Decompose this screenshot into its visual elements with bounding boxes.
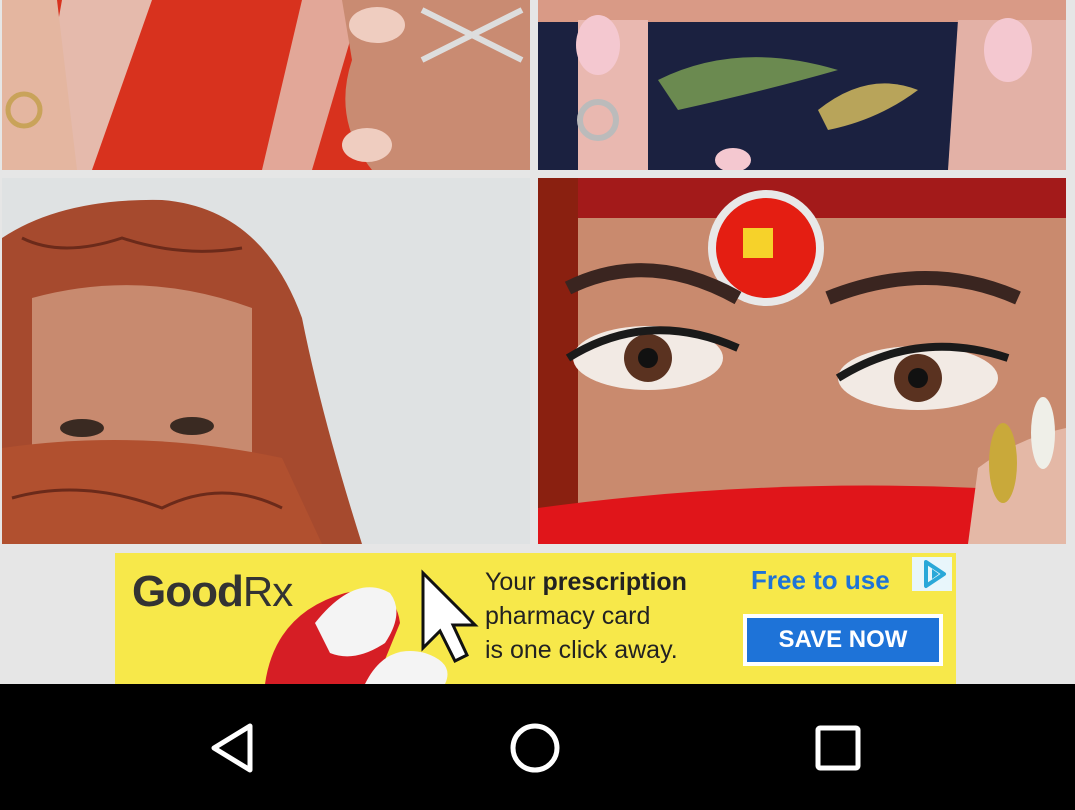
save-now-label: SAVE NOW bbox=[747, 618, 939, 662]
ad-line1-prefix: Your bbox=[485, 568, 543, 596]
free-to-use-label: Free to use bbox=[751, 565, 890, 595]
recent-apps-icon[interactable] bbox=[810, 720, 866, 776]
brand-rx: Rx bbox=[242, 568, 293, 615]
gallery-image-3[interactable] bbox=[2, 178, 530, 544]
gallery-image-2[interactable] bbox=[538, 0, 1066, 170]
brand-name: Good bbox=[132, 567, 244, 616]
gallery-image-4[interactable] bbox=[538, 178, 1066, 544]
goodrx-logo: GoodRx bbox=[132, 567, 293, 617]
save-now-button[interactable]: SAVE NOW bbox=[743, 614, 943, 666]
ad-line1-bold: prescription bbox=[542, 568, 687, 596]
cursor-icon bbox=[421, 569, 479, 664]
home-icon[interactable] bbox=[507, 720, 563, 776]
adchoices-icon[interactable] bbox=[912, 557, 952, 591]
ad-line2: pharmacy card bbox=[485, 602, 651, 630]
system-navigation-bar bbox=[0, 684, 1075, 810]
goodrx-ad-banner[interactable]: GoodRx Your prescription pharmacy card i… bbox=[115, 553, 956, 684]
ad-copy: Your prescription pharmacy card is one c… bbox=[485, 565, 745, 667]
hands-rings-photo bbox=[2, 0, 530, 170]
dark-scarf-photo bbox=[538, 0, 1066, 170]
back-icon[interactable] bbox=[206, 720, 262, 776]
ad-line3: is one click away. bbox=[485, 636, 678, 664]
gallery-image-1[interactable] bbox=[2, 0, 530, 170]
rust-headscarf-photo bbox=[2, 178, 530, 544]
image-grid bbox=[0, 0, 1075, 548]
jewel-headpiece-photo bbox=[538, 178, 1066, 544]
